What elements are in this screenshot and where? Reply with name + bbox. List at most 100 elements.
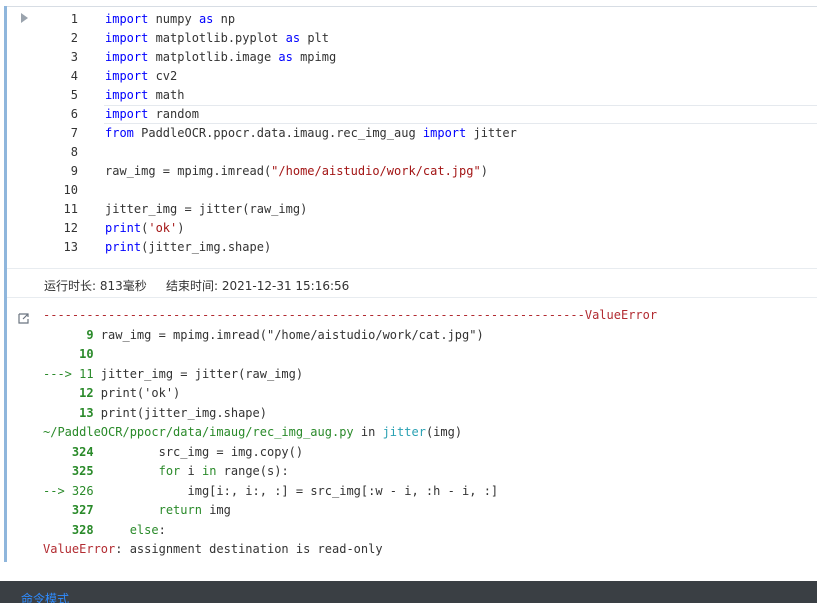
code-token: from xyxy=(105,126,134,140)
code-token: import xyxy=(105,69,149,83)
traceback-token: i xyxy=(180,464,202,478)
code-token: as xyxy=(278,50,293,64)
code-editor[interactable]: 1 import numpy as np 2 import matplotlib.py… xyxy=(7,7,817,267)
code-token: "/home/aistudio/work/cat.jpg" xyxy=(271,164,481,178)
traceback-line: 12 print('ok') xyxy=(43,384,657,404)
code-token: import xyxy=(105,12,149,26)
execution-duration: 运行时长: 813毫秒 xyxy=(44,279,147,293)
traceback-line: 327 return img xyxy=(43,501,657,521)
code-token: random xyxy=(148,107,199,121)
code-text: jitter_img = jitter(raw_img) xyxy=(105,200,307,219)
traceback-token: 328 xyxy=(43,522,94,537)
code-text: raw_img = mpimg.imread("/home/aistudio/w… xyxy=(105,162,488,181)
traceback-line: --> 326 img[i:, i:, :] = src_img[:w - i,… xyxy=(43,482,657,502)
code-token: cv2 xyxy=(148,69,178,83)
code-token: import xyxy=(105,31,149,45)
status-bar: 命令模式 xyxy=(0,581,817,603)
code-token: import xyxy=(105,88,149,102)
traceback-token: 327 xyxy=(43,503,94,517)
code-token: np xyxy=(213,12,236,26)
code-cell[interactable]: 1 import numpy as np 2 import matplotlib.py… xyxy=(0,0,817,562)
traceback-line: ----------------------------------------… xyxy=(43,306,657,326)
traceback-line: 13 print(jitter_img.shape) xyxy=(43,404,657,424)
code-text: import cv2 xyxy=(105,67,177,86)
traceback-line: ---> 11 jitter_img = jitter(raw_img) xyxy=(43,365,657,385)
traceback-token: img[i:, i:, :] = src_img[:w - i, :h - i,… xyxy=(93,483,499,498)
code-token: print xyxy=(105,240,142,254)
traceback-token: : assignment destination is read-only xyxy=(115,542,383,556)
code-token: numpy xyxy=(148,12,199,26)
code-token: ) xyxy=(177,221,185,235)
line-number: 4 xyxy=(70,69,78,83)
code-token: ) xyxy=(480,164,488,178)
line-number: 6 xyxy=(70,107,78,121)
code-text: import math xyxy=(105,86,184,105)
code-token: matplotlib.pyplot xyxy=(148,31,286,45)
traceback-token: in xyxy=(353,425,383,439)
traceback-token: ----------------------------------------… xyxy=(43,308,658,322)
code-token: as xyxy=(198,12,214,26)
line-number: 8 xyxy=(70,145,78,159)
code-text: print(jitter_img.shape) xyxy=(105,238,271,257)
code-token: import xyxy=(105,50,149,64)
traceback-token: else xyxy=(129,522,159,537)
output-arrow-icon[interactable] xyxy=(18,313,29,324)
traceback-token: print(jitter_img.shape) xyxy=(93,405,267,420)
code-token: raw_img = mpimg.imread( xyxy=(105,164,272,178)
traceback-token: 9 xyxy=(43,327,94,342)
traceback-token: 10 xyxy=(43,347,94,361)
code-text: from PaddleOCR.ppocr.data.imaug.rec_img_… xyxy=(105,124,517,143)
traceback-token: 325 xyxy=(43,464,94,478)
current-line-highlight xyxy=(104,105,817,124)
line-number: 9 xyxy=(70,164,78,178)
traceback-token: --> 326 xyxy=(43,483,94,498)
traceback-line: 10 xyxy=(43,345,657,365)
code-token: as xyxy=(285,31,301,45)
code-token: jitter_img = jitter(raw_img) xyxy=(105,202,308,216)
execution-info-bar: 运行时长: 813毫秒 结束时间: 2021-12-31 15:16:56 xyxy=(7,268,817,298)
traceback-line: 328 else: xyxy=(43,521,657,541)
line-number: 13 xyxy=(63,240,78,254)
mode-indicator[interactable]: 命令模式 xyxy=(21,590,69,603)
line-number: 3 xyxy=(70,50,78,64)
code-token: (jitter_img.shape) xyxy=(141,240,272,254)
line-number: 10 xyxy=(63,183,78,197)
traceback-token: ~/PaddleOCR/ppocr/data/imaug/rec_img_aug… xyxy=(43,425,354,439)
traceback-token: img xyxy=(201,503,231,517)
traceback-line: 324 src_img = img.copy() xyxy=(43,443,657,463)
code-token: PaddleOCR.ppocr.data.imaug.rec_img_aug xyxy=(133,126,423,140)
traceback-token: 12 xyxy=(43,386,94,400)
traceback-token: for xyxy=(158,464,181,478)
code-token: import xyxy=(422,126,467,140)
traceback-token xyxy=(94,523,130,537)
traceback-token: ValueError xyxy=(43,542,116,556)
code-token: matplotlib.image xyxy=(148,50,279,64)
code-text: import random xyxy=(105,105,199,124)
cell-output: ----------------------------------------… xyxy=(7,299,817,562)
traceback-line: ~/PaddleOCR/ppocr/data/imaug/rec_img_aug… xyxy=(43,423,657,443)
traceback-token: range(s): xyxy=(216,464,289,478)
traceback-token: 13 xyxy=(43,405,94,420)
traceback-line: 9 raw_img = mpimg.imread("/home/aistudio… xyxy=(43,326,657,346)
code-token: 'ok' xyxy=(148,221,178,235)
line-number: 2 xyxy=(70,31,78,45)
traceback-token: src_img = img.copy() xyxy=(93,444,304,459)
traceback-token: jitter xyxy=(382,425,426,439)
line-number: 12 xyxy=(63,221,78,235)
traceback-token: ---> 11 xyxy=(43,366,94,381)
code-text: import matplotlib.image as mpimg xyxy=(105,48,336,67)
traceback-token: (img) xyxy=(425,425,463,439)
traceback-line: 325 for i in range(s): xyxy=(43,462,657,482)
code-token: jitter xyxy=(466,126,517,140)
traceback-output: ----------------------------------------… xyxy=(43,306,657,560)
traceback-token: return xyxy=(158,503,202,517)
traceback-token: 324 xyxy=(43,444,94,459)
traceback-line: ValueError: assignment destination is re… xyxy=(43,540,657,560)
code-text: import numpy as np xyxy=(105,10,235,29)
traceback-token xyxy=(94,464,159,478)
traceback-token: raw_img = mpimg.imread("/home/aistudio/w… xyxy=(93,327,484,342)
traceback-token xyxy=(94,503,159,517)
execution-end-time: 结束时间: 2021-12-31 15:16:56 xyxy=(166,279,350,293)
traceback-token: in xyxy=(201,464,217,478)
traceback-token: print('ok') xyxy=(93,386,181,400)
